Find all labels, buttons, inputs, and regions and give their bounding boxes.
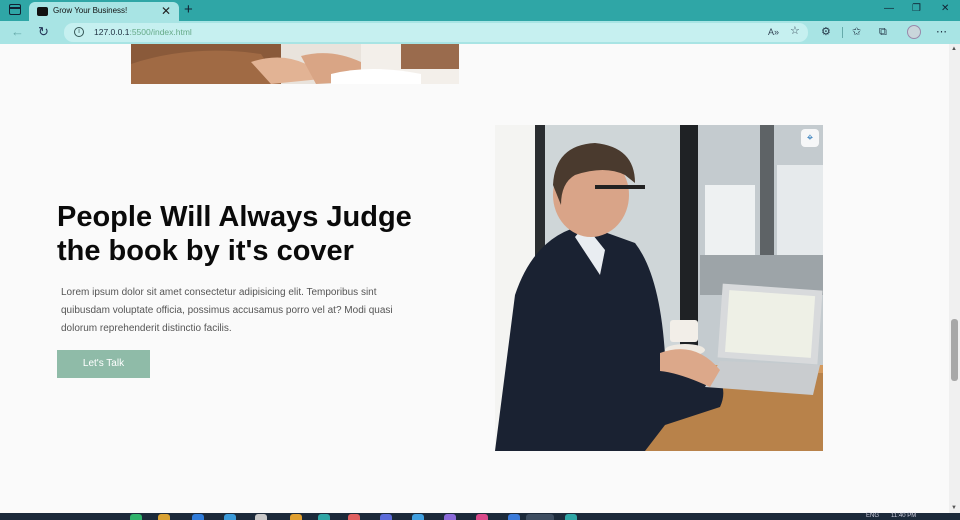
tab-title: Grow Your Business! — [53, 6, 128, 15]
favorite-star-icon[interactable]: ☆ — [790, 25, 800, 37]
back-button[interactable]: ← — [11, 24, 24, 40]
businessman-laptop-image — [495, 125, 823, 451]
reload-button[interactable]: ↻ — [38, 24, 49, 40]
extensions-icon[interactable]: ⚙ — [821, 25, 831, 39]
site-info-icon[interactable]: i — [74, 27, 84, 37]
address-bar[interactable]: i 127.0.0.1:5500/index.html A» ☆ — [64, 23, 808, 42]
briefcase-icon — [37, 7, 48, 16]
taskbar-app-icon[interactable] — [255, 514, 267, 520]
windows-taskbar: ENG 11:40 PM — [0, 513, 960, 520]
clock[interactable]: 11:40 PM — [891, 513, 916, 520]
language-indicator[interactable]: ENG — [866, 513, 879, 520]
hero-description: Lorem ipsum dolor sit amet consectetur a… — [61, 287, 393, 334]
taskbar-app-icon[interactable] — [476, 514, 488, 520]
taskbar-app-icon[interactable] — [412, 514, 424, 520]
visual-search-icon[interactable]: ⌖ — [801, 129, 819, 147]
favorites-icon[interactable]: ✩ — [852, 25, 861, 39]
page-scrollbar[interactable]: ▲ ▼ — [949, 44, 960, 513]
close-window-button[interactable]: ✕ — [941, 2, 949, 16]
taskbar-app-icon[interactable] — [158, 514, 170, 520]
taskbar-app-icon[interactable] — [508, 514, 520, 520]
lets-talk-button[interactable]: Let's Talk — [57, 350, 150, 378]
browser-toolbar: ← ↻ i 127.0.0.1:5500/index.html A» ☆ ⚙ ✩… — [0, 21, 960, 44]
collections-icon[interactable]: ⧉ — [879, 25, 887, 39]
taskbar-app-icon[interactable] — [444, 514, 456, 520]
taskbar-app-icon[interactable] — [565, 514, 577, 520]
taskbar-app-icon[interactable] — [192, 514, 204, 520]
new-tab-button[interactable]: + — [184, 1, 193, 19]
more-options-icon[interactable]: ⋯ — [936, 25, 947, 39]
title-bar: Grow Your Business! ✕ + — ❐ ✕ — [0, 0, 960, 22]
close-tab-icon[interactable]: ✕ — [161, 4, 171, 18]
taskbar-app-icon[interactable] — [380, 514, 392, 520]
taskbar-app-icon[interactable] — [318, 514, 330, 520]
taskbar-app-icon[interactable] — [224, 514, 236, 520]
scroll-up-arrow-icon[interactable]: ▲ — [951, 46, 957, 52]
taskbar-app-icon[interactable] — [348, 514, 360, 520]
profile-avatar[interactable] — [907, 25, 921, 39]
minimize-button[interactable]: — — [884, 2, 894, 16]
handshake-image — [131, 44, 459, 84]
tab-actions-icon[interactable] — [9, 4, 21, 15]
read-aloud-icon[interactable]: A» — [768, 26, 779, 38]
taskbar-active-app[interactable] — [526, 514, 554, 520]
page-headline: People Will Always Judge the book by it'… — [57, 201, 412, 267]
scroll-thumb[interactable] — [951, 319, 958, 381]
restore-button[interactable]: ❐ — [912, 2, 921, 16]
page-viewport: People Will Always Judge the book by it'… — [0, 44, 949, 513]
taskbar-app-icon[interactable] — [130, 514, 142, 520]
browser-tab[interactable]: Grow Your Business! ✕ — [29, 2, 179, 22]
taskbar-app-icon[interactable] — [290, 514, 302, 520]
toolbar-divider — [842, 27, 843, 38]
scroll-down-arrow-icon[interactable]: ▼ — [951, 505, 957, 511]
url-text[interactable]: 127.0.0.1:5500/index.html — [94, 27, 192, 37]
